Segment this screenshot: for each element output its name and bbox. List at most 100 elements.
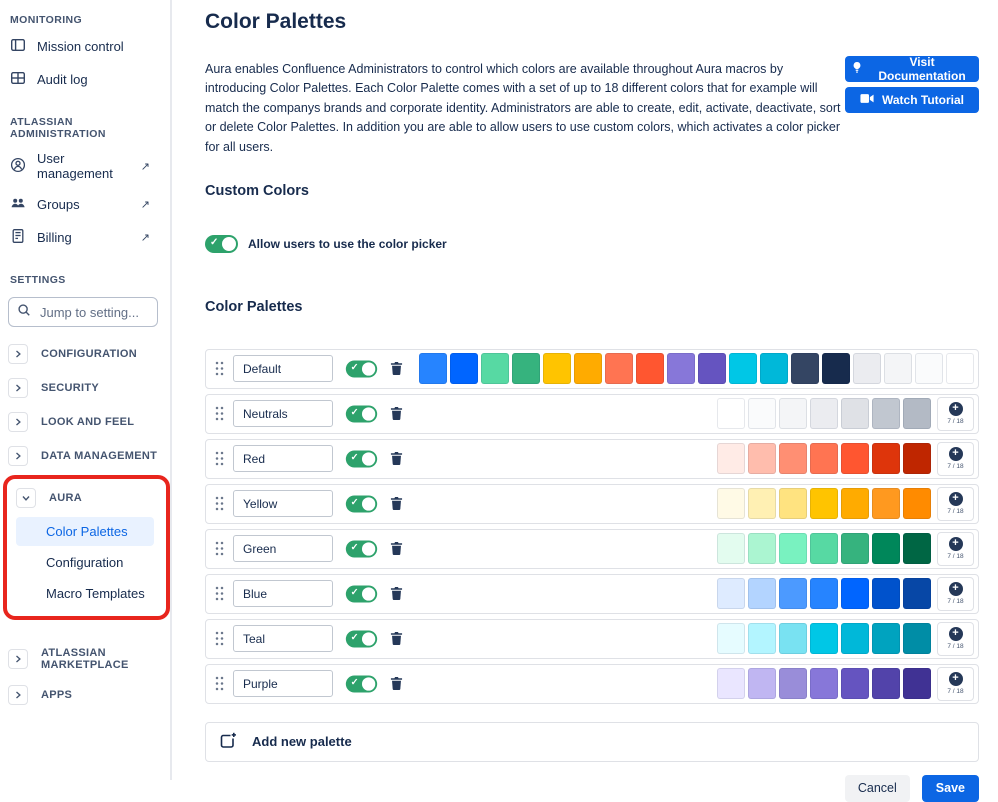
- delete-palette-button[interactable]: [386, 404, 407, 423]
- palette-enabled-toggle[interactable]: ✓: [346, 450, 377, 467]
- visit-documentation-button[interactable]: Visit Documentation: [845, 56, 979, 82]
- color-swatch[interactable]: [810, 443, 838, 474]
- color-swatch[interactable]: [748, 623, 776, 654]
- color-swatch[interactable]: [450, 353, 478, 384]
- palette-enabled-toggle[interactable]: ✓: [346, 540, 377, 557]
- cancel-button[interactable]: Cancel: [845, 775, 910, 802]
- color-swatch[interactable]: [779, 668, 807, 699]
- drag-handle-icon[interactable]: [215, 451, 224, 466]
- watch-tutorial-button[interactable]: Watch Tutorial: [845, 87, 979, 113]
- palette-enabled-toggle[interactable]: ✓: [346, 495, 377, 512]
- color-swatch[interactable]: [748, 488, 776, 519]
- drag-handle-icon[interactable]: [215, 676, 224, 691]
- color-swatch[interactable]: [512, 353, 540, 384]
- add-color-button[interactable]: + 7 / 18: [937, 667, 974, 701]
- delete-palette-button[interactable]: [386, 629, 407, 648]
- sidebar-section-data-management[interactable]: DATA MANAGEMENT: [8, 441, 170, 471]
- sidebar-section-aura[interactable]: AURA: [16, 483, 164, 513]
- palette-enabled-toggle[interactable]: ✓: [346, 630, 377, 647]
- color-swatch[interactable]: [748, 398, 776, 429]
- delete-palette-button[interactable]: [386, 449, 407, 468]
- save-button[interactable]: Save: [922, 775, 979, 802]
- sidebar-item-audit-log[interactable]: Audit log: [8, 63, 170, 96]
- add-color-button[interactable]: + 7 / 18: [937, 577, 974, 611]
- palette-name-input[interactable]: [233, 580, 333, 607]
- drag-handle-icon[interactable]: [215, 541, 224, 556]
- palette-enabled-toggle[interactable]: ✓: [346, 675, 377, 692]
- color-swatch[interactable]: [748, 533, 776, 564]
- sidebar-item-color-palettes[interactable]: Color Palettes: [16, 517, 154, 546]
- color-swatch[interactable]: [810, 398, 838, 429]
- sidebar-section-configuration[interactable]: CONFIGURATION: [8, 339, 170, 369]
- color-swatch[interactable]: [903, 488, 931, 519]
- color-swatch[interactable]: [779, 623, 807, 654]
- color-swatch[interactable]: [884, 353, 912, 384]
- color-swatch[interactable]: [872, 443, 900, 474]
- color-swatch[interactable]: [779, 443, 807, 474]
- color-swatch[interactable]: [853, 353, 881, 384]
- color-swatch[interactable]: [748, 443, 776, 474]
- sidebar-item-user-management[interactable]: User management ↗: [8, 144, 170, 188]
- color-swatch[interactable]: [903, 443, 931, 474]
- palette-enabled-toggle[interactable]: ✓: [346, 360, 377, 377]
- color-swatch[interactable]: [841, 668, 869, 699]
- color-swatch[interactable]: [636, 353, 664, 384]
- color-swatch[interactable]: [760, 353, 788, 384]
- drag-handle-icon[interactable]: [215, 406, 224, 421]
- color-swatch[interactable]: [779, 578, 807, 609]
- color-swatch[interactable]: [717, 443, 745, 474]
- color-swatch[interactable]: [779, 398, 807, 429]
- color-picker-toggle[interactable]: ✓: [205, 235, 238, 253]
- sidebar-item-macro-templates[interactable]: Macro Templates: [16, 579, 154, 608]
- palette-name-input[interactable]: [233, 400, 333, 427]
- palette-name-input[interactable]: [233, 490, 333, 517]
- color-swatch[interactable]: [481, 353, 509, 384]
- color-swatch[interactable]: [872, 623, 900, 654]
- sidebar-item-mission-control[interactable]: Mission control: [8, 30, 170, 63]
- color-swatch[interactable]: [748, 578, 776, 609]
- add-color-button[interactable]: + 7 / 18: [937, 622, 974, 656]
- color-swatch[interactable]: [574, 353, 602, 384]
- color-swatch[interactable]: [903, 578, 931, 609]
- color-swatch[interactable]: [872, 488, 900, 519]
- color-swatch[interactable]: [841, 578, 869, 609]
- delete-palette-button[interactable]: [386, 674, 407, 693]
- color-swatch[interactable]: [729, 353, 757, 384]
- add-color-button[interactable]: + 7 / 18: [937, 487, 974, 521]
- color-swatch[interactable]: [605, 353, 633, 384]
- color-swatch[interactable]: [791, 353, 819, 384]
- add-color-button[interactable]: + 7 / 18: [937, 442, 974, 476]
- palette-enabled-toggle[interactable]: ✓: [346, 405, 377, 422]
- color-swatch[interactable]: [717, 398, 745, 429]
- delete-palette-button[interactable]: [386, 359, 407, 378]
- color-swatch[interactable]: [841, 443, 869, 474]
- color-swatch[interactable]: [903, 398, 931, 429]
- color-swatch[interactable]: [717, 488, 745, 519]
- color-swatch[interactable]: [810, 623, 838, 654]
- color-swatch[interactable]: [748, 668, 776, 699]
- add-new-palette-button[interactable]: Add new palette: [205, 722, 979, 762]
- color-swatch[interactable]: [717, 533, 745, 564]
- color-swatch[interactable]: [946, 353, 974, 384]
- delete-palette-button[interactable]: [386, 494, 407, 513]
- color-swatch[interactable]: [810, 533, 838, 564]
- color-swatch[interactable]: [779, 488, 807, 519]
- palette-enabled-toggle[interactable]: ✓: [346, 585, 377, 602]
- sidebar-section-apps[interactable]: APPS: [8, 680, 170, 710]
- color-swatch[interactable]: [872, 578, 900, 609]
- palette-name-input[interactable]: [233, 535, 333, 562]
- color-swatch[interactable]: [779, 533, 807, 564]
- color-swatch[interactable]: [810, 488, 838, 519]
- color-swatch[interactable]: [872, 398, 900, 429]
- search-input[interactable]: [38, 304, 149, 321]
- settings-search[interactable]: [8, 297, 158, 327]
- color-swatch[interactable]: [903, 533, 931, 564]
- color-swatch[interactable]: [872, 533, 900, 564]
- drag-handle-icon[interactable]: [215, 586, 224, 601]
- color-swatch[interactable]: [810, 668, 838, 699]
- drag-handle-icon[interactable]: [215, 631, 224, 646]
- color-swatch[interactable]: [717, 578, 745, 609]
- drag-handle-icon[interactable]: [215, 496, 224, 511]
- palette-name-input[interactable]: [233, 670, 333, 697]
- sidebar-item-configuration[interactable]: Configuration: [16, 548, 154, 577]
